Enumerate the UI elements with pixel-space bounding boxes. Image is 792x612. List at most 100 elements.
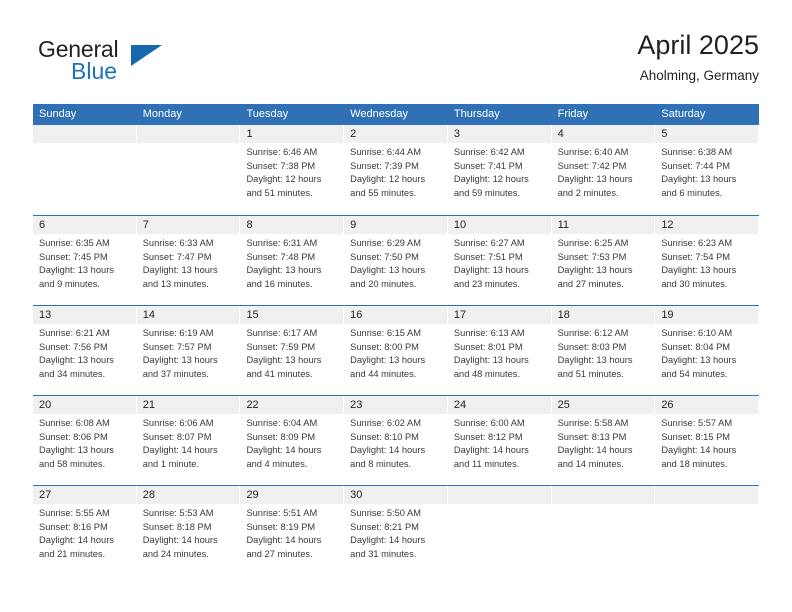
blue-triangle-icon xyxy=(131,45,162,66)
day-number: 29 xyxy=(246,489,259,501)
day-detail-line: and 24 minutes. xyxy=(142,548,209,559)
day-detail-line: Sunset: 8:21 PM xyxy=(350,521,419,532)
day-detail-line: Sunset: 8:04 PM xyxy=(661,341,731,352)
day-detail-text xyxy=(137,143,240,146)
calendar-day-cell[interactable]: 28 Sunrise: 5:53 AM Sunset: 8:18 PM Dayligh… xyxy=(136,486,241,575)
calendar-day-cell[interactable]: 19 Sunrise: 6:10 AM Sunset: 8:04 PM Dayligh… xyxy=(655,306,760,395)
day-detail-line: and 54 minutes. xyxy=(661,368,728,379)
day-detail-line: Sunset: 8:07 PM xyxy=(142,431,212,442)
calendar-day-cell[interactable]: 13 Sunrise: 6:21 AM Sunset: 7:56 PM Dayligh… xyxy=(33,306,137,395)
day-number-band: 29 xyxy=(240,486,344,504)
day-detail-line: and 37 minutes. xyxy=(142,368,209,379)
calendar-day-cell[interactable]: 7 Sunrise: 6:33 AM Sunset: 7:47 PM Daylight… xyxy=(136,216,241,305)
day-detail-line: Sunrise: 6:08 AM xyxy=(39,418,110,428)
day-detail-line: Sunrise: 6:17 AM xyxy=(246,328,318,338)
day-detail-line: Sunrise: 6:44 AM xyxy=(350,147,421,157)
day-number-band: 2 xyxy=(344,125,447,143)
day-of-week-header: Friday xyxy=(557,108,589,120)
day-number-band: 23 xyxy=(344,396,447,414)
day-number: 10 xyxy=(453,219,467,231)
calendar-day-cell[interactable]: 14 Sunrise: 6:19 AM Sunset: 7:57 PM Dayligh… xyxy=(136,306,241,395)
day-number-band: 25 xyxy=(551,396,655,414)
day-detail-line: Daylight: 13 hours xyxy=(557,174,633,185)
day-number: 5 xyxy=(661,128,668,140)
day-detail-text: Sunrise: 6:46 AM Sunset: 7:38 PM Daylight:… xyxy=(240,143,343,200)
day-number: 7 xyxy=(142,219,149,231)
day-detail-line: Sunset: 8:15 PM xyxy=(661,431,731,442)
day-detail-line: Sunset: 7:54 PM xyxy=(661,251,731,262)
day-number: 22 xyxy=(246,399,259,411)
calendar-day-cell[interactable]: 24 Sunrise: 6:00 AM Sunset: 8:12 PM Dayligh… xyxy=(447,396,552,485)
day-detail-text xyxy=(655,504,758,507)
calendar-day-cell[interactable]: 22 Sunrise: 6:04 AM Sunset: 8:09 PM Dayligh… xyxy=(240,396,345,485)
day-number-band: 11 xyxy=(551,216,655,234)
day-number: 13 xyxy=(39,309,52,321)
day-number-band: 9 xyxy=(344,216,447,234)
calendar-day-cell[interactable]: 9 Sunrise: 6:29 AM Sunset: 7:50 PM Daylight… xyxy=(344,216,448,305)
day-number-band: 6 xyxy=(33,216,136,234)
day-detail-text: Sunrise: 6:04 AM Sunset: 8:09 PM Daylight:… xyxy=(240,414,343,471)
calendar-day-cell[interactable]: 15 Sunrise: 6:17 AM Sunset: 7:59 PM Dayligh… xyxy=(240,306,345,395)
day-detail-line: and 6 minutes. xyxy=(661,187,723,198)
day-detail-line: Daylight: 13 hours xyxy=(39,445,114,456)
calendar-day-cell[interactable]: 1 Sunrise: 6:46 AM Sunset: 7:38 PM Daylight… xyxy=(240,125,345,215)
day-detail-line: Daylight: 13 hours xyxy=(142,265,218,276)
day-detail-line: and 55 minutes. xyxy=(350,187,417,198)
day-number-band: 28 xyxy=(136,486,240,504)
day-detail-line: and 18 minutes. xyxy=(661,458,728,469)
day-detail-line: and 27 minutes. xyxy=(246,548,313,559)
day-detail-line: and 27 minutes. xyxy=(557,278,624,289)
day-detail-line: Sunrise: 6:21 AM xyxy=(39,328,110,338)
day-detail-text: Sunrise: 5:53 AM Sunset: 8:18 PM Daylight:… xyxy=(137,504,240,561)
calendar-day-cell[interactable]: 29 Sunrise: 5:51 AM Sunset: 8:19 PM Dayligh… xyxy=(240,486,345,575)
day-detail-line: Sunrise: 6:02 AM xyxy=(350,418,421,428)
calendar-day-cell[interactable]: 11 Sunrise: 6:25 AM Sunset: 7:53 PM Dayligh… xyxy=(551,216,656,305)
general-blue-logo[interactable]: General Blue xyxy=(33,36,273,92)
calendar-day-cell[interactable]: 8 Sunrise: 6:31 AM Sunset: 7:48 PM Daylight… xyxy=(240,216,345,305)
day-detail-line: Sunrise: 5:58 AM xyxy=(557,418,629,428)
calendar-day-cell[interactable]: 21 Sunrise: 6:06 AM Sunset: 8:07 PM Dayligh… xyxy=(136,396,241,485)
calendar-day-cell[interactable]: 18 Sunrise: 6:12 AM Sunset: 8:03 PM Dayligh… xyxy=(551,306,656,395)
day-detail-text: Sunrise: 6:33 AM Sunset: 7:47 PM Daylight:… xyxy=(137,234,240,291)
calendar-day-cell[interactable]: 5 Sunrise: 6:38 AM Sunset: 7:44 PM Daylight… xyxy=(655,125,760,215)
calendar-day-cell[interactable]: 6 Sunrise: 6:35 AM Sunset: 7:45 PM Daylight… xyxy=(33,216,137,305)
day-number-band: 4 xyxy=(551,125,655,143)
day-number-band xyxy=(447,486,551,504)
day-number-band: 13 xyxy=(33,306,136,324)
calendar-day-cell[interactable]: 10 Sunrise: 6:27 AM Sunset: 7:51 PM Dayligh… xyxy=(447,216,552,305)
day-detail-line: Sunrise: 5:53 AM xyxy=(142,508,214,518)
day-detail-line: Daylight: 14 hours xyxy=(246,445,322,456)
day-detail-line: Sunrise: 6:23 AM xyxy=(661,238,733,248)
day-detail-line: Sunrise: 6:00 AM xyxy=(453,418,525,428)
day-number-band: 30 xyxy=(344,486,447,504)
calendar-day-cell[interactable]: 2 Sunrise: 6:44 AM Sunset: 7:39 PM Daylight… xyxy=(344,125,448,215)
calendar-empty-cell xyxy=(655,486,760,575)
calendar-week-row: 27 Sunrise: 5:55 AM Sunset: 8:16 PM Dayligh… xyxy=(33,485,760,575)
calendar-day-cell[interactable]: 23 Sunrise: 6:02 AM Sunset: 8:10 PM Dayligh… xyxy=(344,396,448,485)
day-number: 17 xyxy=(453,309,467,321)
day-detail-line: Sunrise: 6:15 AM xyxy=(350,328,421,338)
day-detail-line: Sunrise: 6:38 AM xyxy=(661,147,733,157)
day-number-band: 21 xyxy=(136,396,240,414)
day-number: 6 xyxy=(39,219,46,231)
day-detail-line: Sunrise: 6:10 AM xyxy=(661,328,733,338)
day-detail-line: and 44 minutes. xyxy=(350,368,417,379)
calendar-day-cell[interactable]: 26 Sunrise: 5:57 AM Sunset: 8:15 PM Dayligh… xyxy=(655,396,760,485)
day-detail-line: Sunrise: 6:35 AM xyxy=(39,238,110,248)
calendar-day-cell[interactable]: 3 Sunrise: 6:42 AM Sunset: 7:41 PM Daylight… xyxy=(447,125,552,215)
calendar-day-cell[interactable]: 12 Sunrise: 6:23 AM Sunset: 7:54 PM Dayligh… xyxy=(655,216,760,305)
calendar-day-cell[interactable]: 16 Sunrise: 6:15 AM Sunset: 8:00 PM Dayligh… xyxy=(344,306,448,395)
calendar-day-cell[interactable]: 30 Sunrise: 5:50 AM Sunset: 8:21 PM Dayligh… xyxy=(344,486,448,575)
day-detail-line: and 34 minutes. xyxy=(39,368,106,379)
day-detail-text: Sunrise: 6:44 AM Sunset: 7:39 PM Daylight:… xyxy=(344,143,447,200)
calendar-day-cell[interactable]: 4 Sunrise: 6:40 AM Sunset: 7:42 PM Daylight… xyxy=(551,125,656,215)
day-detail-line: and 13 minutes. xyxy=(142,278,209,289)
day-detail-text: Sunrise: 6:15 AM Sunset: 8:00 PM Daylight:… xyxy=(344,324,447,381)
day-number-band: 17 xyxy=(447,306,551,324)
calendar-day-cell[interactable]: 17 Sunrise: 6:13 AM Sunset: 8:01 PM Dayligh… xyxy=(447,306,552,395)
day-detail-line: Sunrise: 5:55 AM xyxy=(39,508,110,518)
calendar-day-cell[interactable]: 20 Sunrise: 6:08 AM Sunset: 8:06 PM Dayligh… xyxy=(33,396,137,485)
day-detail-line: Sunset: 8:19 PM xyxy=(246,521,316,532)
calendar-day-cell[interactable]: 25 Sunrise: 5:58 AM Sunset: 8:13 PM Dayligh… xyxy=(551,396,656,485)
calendar-day-cell[interactable]: 27 Sunrise: 5:55 AM Sunset: 8:16 PM Dayligh… xyxy=(33,486,137,575)
